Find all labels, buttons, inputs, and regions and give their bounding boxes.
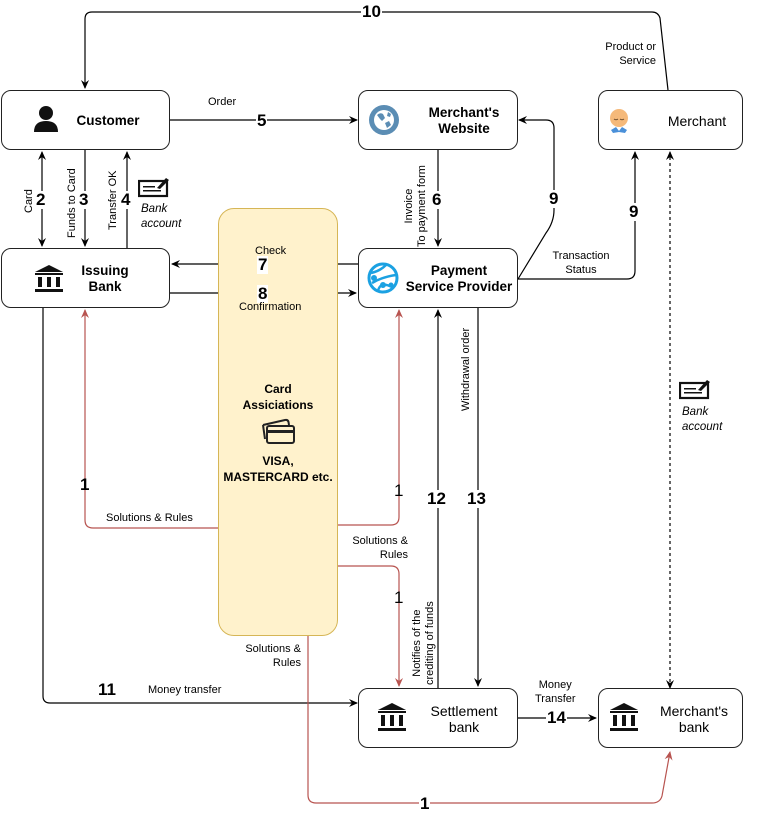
bank-icon — [35, 265, 63, 292]
edge-9b-number: 9 — [628, 202, 640, 221]
settlement-bank-label: Settlement bank — [430, 703, 498, 735]
edge-1-issuing-label: Solutions & Rules — [106, 512, 193, 524]
edge-11-number: 11 — [98, 680, 116, 699]
edge-5-number: 5 — [256, 111, 268, 130]
check-icon — [679, 380, 710, 400]
merchants-bank-label: Merchant's bank — [659, 703, 729, 735]
edge-1-issuing — [81, 309, 218, 529]
edge-1-merchants-bank-number: 1 — [419, 794, 431, 813]
issuing-bank-label: Issuing Bank — [81, 263, 129, 294]
payment-service-provider-node[interactable]: Payment Service Provider — [358, 248, 518, 308]
check-icon — [138, 178, 169, 198]
customer-node[interactable]: Customer — [1, 90, 170, 150]
psp-label: Payment Service Provider — [405, 263, 513, 294]
edge-9a-number: 9 — [548, 189, 560, 208]
merchants-bank-node[interactable]: Merchant's bank — [598, 688, 743, 748]
customer-label: Customer — [76, 113, 140, 128]
merchants-website-label: Merchant's Website — [428, 105, 500, 136]
card-associations-box: Card Assiciations VISA, MASTERCARD etc. — [218, 208, 338, 636]
edge-6-label: Invoice To payment form — [403, 165, 428, 247]
edge-1-merchants-bank-label: Solutions & Rules — [245, 643, 301, 669]
settlement-bank-node[interactable]: Settlement bank — [358, 688, 518, 748]
edge-11-label: Money transfer — [148, 684, 222, 696]
issuing-bank-node[interactable]: Issuing Bank — [1, 248, 170, 308]
edge-1-issuing-number: 1 — [80, 475, 90, 494]
credit-cards-icon — [262, 418, 295, 444]
merchant-label: Merchant — [667, 113, 727, 129]
merchants-website-node[interactable]: Merchant's Website — [358, 90, 518, 150]
edge-6-number: 6 — [431, 190, 443, 209]
edge-1-psp-number: 1 — [394, 481, 404, 500]
bank-icon — [610, 703, 638, 731]
card-brands-label: VISA, MASTERCARD etc. — [223, 454, 333, 484]
merchant-node[interactable]: Merchant — [598, 90, 743, 150]
edge-7-number: 7 — [257, 255, 269, 274]
edge-9b-label: Transaction Status — [552, 250, 610, 276]
edge-10 — [81, 11, 669, 91]
edge-12-number: 12 — [426, 489, 447, 508]
edge-1-psp — [338, 309, 403, 526]
edge-14-number: 14 — [546, 708, 567, 727]
edge-1-settlement — [338, 565, 403, 687]
network-globe-icon — [367, 262, 399, 294]
edge-10-number: 10 — [361, 2, 382, 21]
edge-8-label: Confirmation — [239, 301, 302, 313]
bank-account-right-label: Bank account — [682, 406, 723, 433]
bank-account-left-label: Bank account — [141, 203, 182, 230]
edge-4-number: 4 — [120, 190, 132, 209]
edge-13-label: Withdrawal order — [460, 327, 472, 411]
edge-14-label: Money Transfer — [535, 679, 576, 705]
globe-icon — [369, 105, 399, 135]
edge-3-number: 3 — [78, 190, 90, 209]
edge-13-number: 13 — [466, 489, 487, 508]
edge-1-settlement-number: 1 — [394, 588, 404, 607]
edge-5-label: Order — [208, 96, 237, 108]
edge-4-label: Transfer OK — [107, 170, 119, 231]
edge-2-number: 2 — [35, 190, 47, 209]
card-associations-title: Card Assiciations — [242, 382, 314, 412]
merchant-face-icon — [610, 109, 628, 133]
bank-icon — [378, 703, 406, 731]
person-icon — [34, 106, 58, 132]
edge-1-psp-label: Solutions & Rules — [352, 535, 408, 561]
edge-10-label: Product or Service — [605, 41, 656, 67]
edge-12-label: Notifies of the crediting of funds — [411, 601, 436, 685]
